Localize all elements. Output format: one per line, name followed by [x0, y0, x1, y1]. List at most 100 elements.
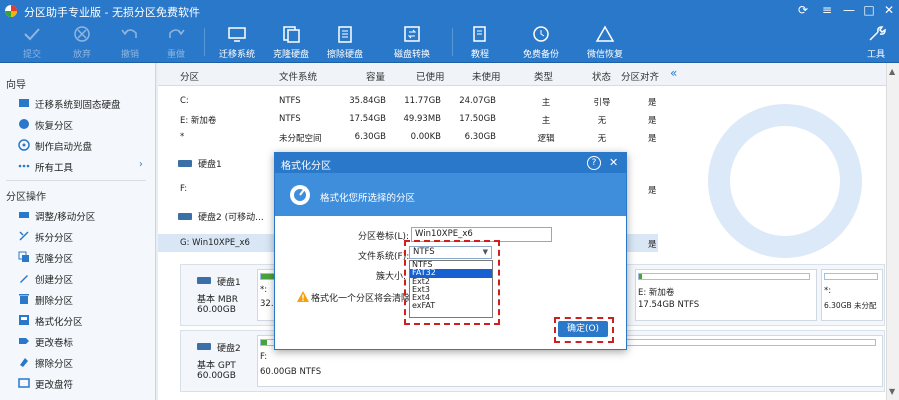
usage-fill	[639, 274, 643, 279]
column-capacity[interactable]: 容量	[366, 69, 385, 83]
maximize-icon[interactable]: □	[862, 3, 876, 17]
cell-alignment: 是	[648, 240, 657, 250]
tools-icon	[869, 26, 886, 41]
sidebar-item-boot-disc[interactable]: 制作启动光盘	[6, 136, 151, 154]
table-row[interactable]: * 未分配空间 6.30GB 0.00KB 6.30GB 逻辑 无 是	[158, 129, 658, 145]
cell-type: 主	[541, 98, 551, 108]
sidebar-item-change-label[interactable]: 更改卷标	[6, 332, 151, 350]
partition-block[interactable]: *: 6.30GB 未分配	[821, 269, 883, 321]
sidebar-item-create-partition[interactable]: 创建分区	[6, 269, 151, 287]
clone-disk-button[interactable]: 克隆硬盘	[268, 22, 314, 62]
tutorial-button[interactable]: 教程	[462, 22, 498, 62]
undo-button[interactable]: 撤销	[112, 22, 148, 62]
discard-button[interactable]: 放弃	[64, 22, 100, 62]
column-type[interactable]: 类型	[534, 69, 553, 83]
label-icon	[19, 338, 29, 344]
partition-label: *:	[260, 285, 268, 295]
sidebar-item-resize-move[interactable]: 调整/移动分区	[6, 206, 151, 224]
column-filesystem[interactable]: 文件系统	[279, 69, 317, 83]
help-icon[interactable]: ?	[587, 156, 601, 170]
sidebar-item-change-drive-letter[interactable]: 更改盘符	[6, 374, 151, 392]
format-warning-text: 格式化一个分区将会清除	[311, 294, 411, 304]
submit-button[interactable]: 提交	[14, 22, 50, 62]
dialog-close-icon[interactable]: ✕	[609, 156, 618, 169]
partition-info: 6.30GB 未分配	[824, 301, 877, 310]
scroll-down-icon[interactable]: ▼	[889, 387, 895, 396]
wipe-disk-button[interactable]: 擦除硬盘	[322, 22, 368, 62]
migrate-os-button[interactable]: 迁移系统	[212, 22, 262, 62]
partition-ops-heading: 分区操作	[6, 192, 46, 203]
vertical-scrollbar[interactable]: ▲ ▼	[886, 63, 899, 400]
cell-type: 主	[541, 116, 551, 126]
migrate-ssd-icon	[19, 99, 29, 107]
sidebar-item-delete-partition[interactable]: 删除分区	[6, 290, 151, 308]
cell-unused: 6.30GB	[464, 132, 496, 142]
fs-option[interactable]: exFAT	[410, 302, 492, 311]
clone-disk-icon	[283, 26, 300, 43]
delete-partition-icon	[19, 294, 29, 304]
collapse-chevron-icon[interactable]: «	[670, 66, 677, 80]
tools-button[interactable]: 工具	[858, 22, 894, 62]
wechat-recover-button[interactable]: 微信恢复	[582, 22, 628, 62]
disk-convert-button[interactable]: 磁盘转换	[388, 22, 436, 62]
close-icon[interactable]: ✕	[882, 3, 896, 17]
partition-info: 17.54GB NTFS	[638, 300, 700, 310]
sidebar-item-wipe-partition[interactable]: 擦除分区	[6, 353, 151, 371]
sidebar-item-clone-partition[interactable]: 克隆分区	[6, 248, 151, 266]
redo-button[interactable]: 重做	[158, 22, 194, 62]
cell-partition: E: 新加卷	[180, 116, 217, 126]
column-used[interactable]: 已使用	[416, 69, 445, 83]
ok-button[interactable]: 确定(O)	[558, 321, 608, 337]
drive-letter-icon	[18, 378, 30, 388]
sidebar-item-all-tools[interactable]: 所有工具 ›	[6, 157, 151, 175]
cell-status: 无	[597, 134, 607, 144]
disk-group-header[interactable]: 硬盘2 (可移动...	[178, 210, 278, 224]
table-row[interactable]: E: 新加卷 NTFS 17.54GB 49.93MB 17.50GB 主 无 …	[158, 111, 658, 127]
cancel-icon	[74, 26, 90, 42]
column-unused[interactable]: 未使用	[472, 69, 501, 83]
partition-block[interactable]: E: 新加卷 17.54GB NTFS	[635, 269, 817, 321]
sidebar-item-split[interactable]: 拆分分区	[6, 227, 151, 245]
minimize-icon[interactable]: —	[842, 3, 856, 17]
disk-icon	[197, 343, 211, 350]
filesystem-selected-value: NTFS	[413, 247, 435, 257]
dialog-title: 格式化分区	[281, 161, 331, 172]
recover-partition-icon	[19, 119, 29, 129]
sidebar-item-format-partition[interactable]: 格式化分区	[6, 311, 151, 329]
column-status[interactable]: 状态	[592, 69, 611, 83]
column-alignment[interactable]: 分区对齐	[621, 69, 659, 83]
filesystem-select[interactable]: NTFS ▼	[409, 246, 492, 259]
cell-alignment: 是	[648, 186, 657, 196]
cell-alignment: 是	[648, 98, 657, 108]
disk-group-header[interactable]: 硬盘1	[178, 157, 278, 171]
clone-partition-icon	[18, 251, 29, 262]
all-tools-icon	[18, 164, 30, 168]
column-partition[interactable]: 分区	[180, 69, 199, 83]
usage-fill	[261, 340, 268, 345]
menu-icon[interactable]: ≡	[820, 3, 834, 17]
scroll-up-icon[interactable]: ▲	[889, 67, 895, 76]
format-disk-icon	[290, 185, 310, 205]
disk-type: 基本 GPT	[197, 361, 236, 371]
disk-name: 硬盘1	[217, 278, 241, 288]
sidebar-item-migrate-ssd[interactable]: 迁移系统到固态硬盘	[6, 94, 151, 112]
partition-label: E: 新加卷	[638, 288, 675, 298]
cell-partition: F:	[180, 184, 188, 194]
filesystem-label: 文件系统(F):	[358, 252, 410, 262]
dialog-subtitle: 格式化您所选择的分区	[320, 193, 416, 204]
tutorial-icon	[473, 26, 486, 42]
sidebar-item-recover-partition[interactable]: 恢复分区	[6, 115, 151, 133]
format-icon	[19, 315, 29, 325]
refresh-icon[interactable]: ⟳	[796, 3, 810, 17]
cell-capacity: 17.54GB	[349, 114, 386, 124]
cell-unused: 24.07GB	[459, 96, 496, 106]
partition-table-header: 分区 文件系统 容量 已使用 未使用 类型 状态 分区对齐 «	[158, 63, 886, 86]
cell-status: 引导	[593, 98, 611, 108]
check-icon	[24, 28, 40, 41]
cell-filesystem: 未分配空间	[279, 134, 322, 144]
table-row[interactable]: C: NTFS 35.84GB 11.77GB 24.07GB 主 引导 是	[158, 93, 658, 109]
free-backup-button[interactable]: 免费备份	[518, 22, 564, 62]
cell-filesystem: NTFS	[279, 96, 301, 106]
disk-label: 硬盘1	[198, 160, 222, 170]
disk-name: 硬盘2	[217, 344, 241, 354]
